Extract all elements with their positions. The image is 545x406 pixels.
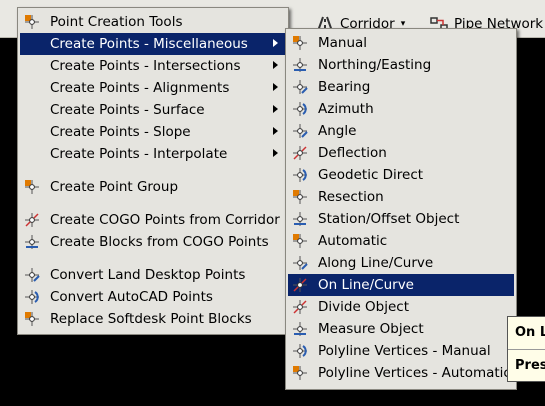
- menu-item-create-points-slope[interactable]: Create Points - Slope: [20, 121, 286, 143]
- submenu-item-label: Azimuth: [318, 101, 374, 117]
- replace-blocks-icon: [24, 311, 40, 327]
- point-group-icon: [24, 179, 40, 195]
- corridor-points-icon: [24, 212, 40, 228]
- submenu-item-station-offset-object[interactable]: Station/Offset Object: [288, 208, 514, 230]
- point-command-icon: [292, 343, 308, 359]
- point-command-icon: [292, 365, 308, 381]
- blocks-icon: [24, 234, 40, 250]
- submenu-arrow-icon: [273, 39, 278, 47]
- submenu-item-label: Bearing: [318, 79, 371, 95]
- menu-item-replace-softdesk-point-blocks[interactable]: Replace Softdesk Point Blocks: [20, 308, 286, 330]
- convert-acad-icon: [24, 289, 40, 305]
- menu-item-label: Point Creation Tools: [50, 14, 183, 30]
- point-command-icon: [292, 57, 308, 73]
- submenu-arrow-icon: [273, 61, 278, 69]
- submenu-item-label: Along Line/Curve: [318, 255, 434, 271]
- point-command-icon: [292, 101, 308, 117]
- submenu-item-geodetic-direct[interactable]: Geodetic Direct: [288, 164, 514, 186]
- point-command-icon: [292, 255, 308, 271]
- submenu-arrow-icon: [273, 127, 278, 135]
- point-command-icon: [292, 299, 308, 315]
- menu-item-label: Create Points - Slope: [50, 124, 191, 140]
- menu-item-create-point-group[interactable]: Create Point Group: [20, 176, 286, 198]
- menu-item-create-points-alignments[interactable]: Create Points - Alignments: [20, 77, 286, 99]
- submenu-item-divide-object[interactable]: Divide Object: [288, 296, 514, 318]
- submenu-item-bearing[interactable]: Bearing: [288, 76, 514, 98]
- submenu-item-manual[interactable]: Manual: [288, 32, 514, 54]
- menu-item-label: Create COGO Points from Corridor: [50, 212, 280, 228]
- menu-item-label: Create Points - Interpolate: [50, 146, 228, 162]
- point-command-icon: [292, 211, 308, 227]
- create-points-misc-submenu: Manual Northing/Easting Bearing Azimuth Angl…: [285, 28, 517, 390]
- point-command-icon: [292, 189, 308, 205]
- menu-item-label: Replace Softdesk Point Blocks: [50, 311, 252, 327]
- command-tooltip: On L Pres: [507, 316, 545, 382]
- submenu-arrow-icon: [273, 105, 278, 113]
- menu-item-create-points-intersections[interactable]: Create Points - Intersections: [20, 55, 286, 77]
- menu-item-label: Create Points - Surface: [50, 102, 205, 118]
- submenu-arrow-icon: [273, 83, 278, 91]
- submenu-item-label: Deflection: [318, 145, 387, 161]
- submenu-item-polyline-vertices-manual[interactable]: Polyline Vertices - Manual: [288, 340, 514, 362]
- tooltip-text: Pres: [508, 349, 545, 381]
- point-command-icon: [292, 123, 308, 139]
- submenu-item-label: On Line/Curve: [318, 277, 414, 293]
- submenu-item-azimuth[interactable]: Azimuth: [288, 98, 514, 120]
- submenu-item-label: Automatic: [318, 233, 388, 249]
- submenu-item-polyline-vertices-automatic[interactable]: Polyline Vertices - Automatic: [288, 362, 514, 384]
- menu-item-label: Create Points - Intersections: [50, 58, 241, 74]
- menu-item-label: Create Points - Miscellaneous: [50, 36, 248, 52]
- point-command-icon: [292, 79, 308, 95]
- submenu-item-angle[interactable]: Angle: [288, 120, 514, 142]
- submenu-item-on-line-curve[interactable]: On Line/Curve: [288, 274, 514, 296]
- menu-item-point-creation-tools[interactable]: Point Creation Tools: [20, 11, 286, 33]
- point-command-icon: [292, 233, 308, 249]
- submenu-item-label: Resection: [318, 189, 384, 205]
- submenu-item-label: Station/Offset Object: [318, 211, 460, 227]
- menu-item-convert-land-desktop-points[interactable]: Convert Land Desktop Points: [20, 264, 286, 286]
- menu-item-label: Convert AutoCAD Points: [50, 289, 213, 305]
- point-command-icon: [292, 167, 308, 183]
- menu-item-create-points-surface[interactable]: Create Points - Surface: [20, 99, 286, 121]
- submenu-item-label: Polyline Vertices - Automatic: [318, 365, 511, 381]
- menu-item-label: Create Blocks from COGO Points: [50, 234, 269, 250]
- submenu-item-label: Divide Object: [318, 299, 410, 315]
- submenu-item-deflection[interactable]: Deflection: [288, 142, 514, 164]
- submenu-item-label: Manual: [318, 35, 368, 51]
- point-command-icon: [292, 145, 308, 161]
- submenu-item-measure-object[interactable]: Measure Object: [288, 318, 514, 340]
- menu-item-convert-autocad-points[interactable]: Convert AutoCAD Points: [20, 286, 286, 308]
- points-menu: Point Creation Tools Create Points - Misc…: [17, 7, 289, 335]
- menu-item-label: Create Points - Alignments: [50, 80, 230, 96]
- submenu-item-along-line-curve[interactable]: Along Line/Curve: [288, 252, 514, 274]
- submenu-item-label: Northing/Easting: [318, 57, 432, 73]
- menu-item-label: Convert Land Desktop Points: [50, 267, 246, 283]
- menu-item-create-cogo-points-from-corridor[interactable]: Create COGO Points from Corridor: [20, 209, 286, 231]
- menu-item-create-points-miscellaneous[interactable]: Create Points - Miscellaneous: [20, 33, 286, 55]
- menu-item-create-points-interpolate[interactable]: Create Points - Interpolate: [20, 143, 286, 165]
- submenu-arrow-icon: [273, 149, 278, 157]
- menu-item-create-blocks-from-cogo-points[interactable]: Create Blocks from COGO Points: [20, 231, 286, 253]
- point-command-icon: [292, 35, 308, 51]
- menu-item-label: Create Point Group: [50, 179, 179, 195]
- submenu-item-label: Polyline Vertices - Manual: [318, 343, 491, 359]
- point-command-icon: [292, 321, 308, 337]
- point-tools-icon: [24, 14, 40, 30]
- submenu-item-label: Measure Object: [318, 321, 424, 337]
- convert-ld-icon: [24, 267, 40, 283]
- submenu-item-label: Angle: [318, 123, 357, 139]
- tooltip-title: On L: [515, 325, 545, 340]
- submenu-item-automatic[interactable]: Automatic: [288, 230, 514, 252]
- submenu-item-northing-easting[interactable]: Northing/Easting: [288, 54, 514, 76]
- point-command-icon: [292, 277, 308, 293]
- submenu-item-label: Geodetic Direct: [318, 167, 424, 183]
- submenu-item-resection[interactable]: Resection: [288, 186, 514, 208]
